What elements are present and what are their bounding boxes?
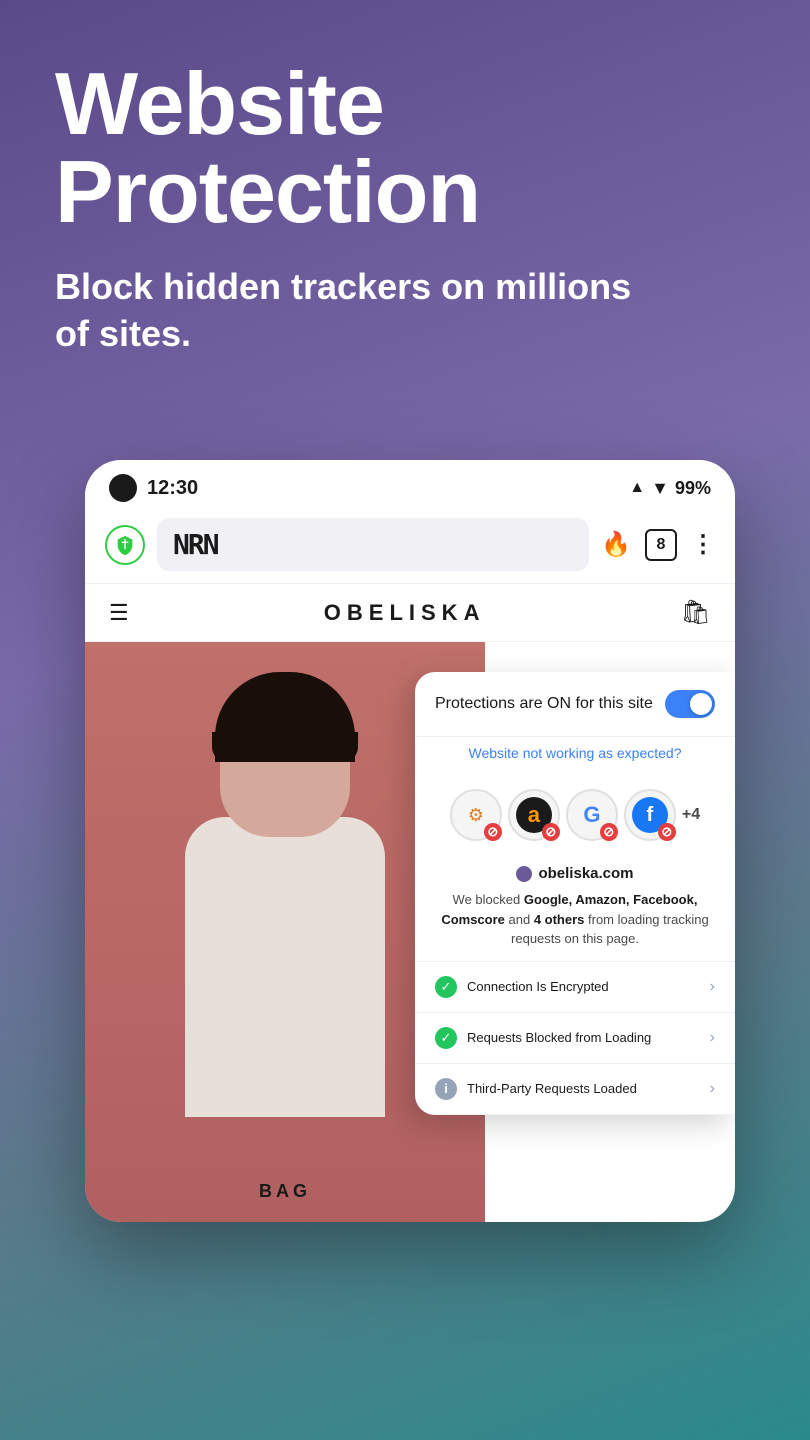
person-head: [220, 682, 350, 837]
blocked-label: Requests Blocked from Loading: [467, 1030, 651, 1045]
camera-dot: [109, 474, 137, 502]
status-row-third-party[interactable]: i Third-Party Requests Loaded ›: [415, 1064, 735, 1115]
hamburger-icon[interactable]: ☰: [109, 600, 129, 626]
status-row-left-encrypted: ✓ Connection Is Encrypted: [435, 976, 609, 998]
blocked-badge-1: ⊘: [484, 823, 502, 841]
tracker-icon-amazon: a ⊘: [508, 789, 560, 841]
panel-header-text: Protections are ON for this site: [435, 695, 653, 713]
protection-panel: Protections are ON for this site Website…: [415, 672, 735, 1115]
blocked-badge-facebook: ⊘: [658, 823, 676, 841]
phone-mockup: 12:30 ▲ ▼ 99% NRN 🔥 8 ⋮ ☰ OBELISKA 🛍: [85, 460, 735, 1222]
photo-label: BAG: [259, 1181, 311, 1202]
signal-icon: ▲: [629, 479, 645, 497]
blocked-badge-google: ⊘: [600, 823, 618, 841]
hero-title: WebsiteProtection: [55, 60, 755, 236]
person-figure: [125, 662, 445, 1222]
status-row-blocked[interactable]: ✓ Requests Blocked from Loading ›: [415, 1013, 735, 1064]
tracker-icon-facebook: f ⊘: [624, 789, 676, 841]
tracker-icon-google: G ⊘: [566, 789, 618, 841]
tracker-emoji-1: ⚙: [468, 805, 484, 826]
person-body: [185, 817, 385, 1117]
website-nav: ☰ OBELISKA 🛍: [85, 584, 735, 642]
content-area: BAG Protections are ON for this site Web…: [85, 642, 735, 1222]
check-icon-encrypted: ✓: [435, 976, 457, 998]
trackers-row: ⚙ ⊘ a ⊘ G ⊘ f ⊘ +4: [415, 777, 735, 853]
domain-name: obeliska.com: [538, 865, 633, 882]
site-description: We blocked Google, Amazon, Facebook, Com…: [435, 890, 715, 949]
shield-icon: [114, 534, 136, 556]
cart-icon[interactable]: 🛍: [681, 598, 711, 627]
site-brand: OBELISKA: [324, 600, 486, 626]
status-row-encrypted[interactable]: ✓ Connection Is Encrypted ›: [415, 962, 735, 1013]
domain-dot: [516, 866, 532, 882]
fire-icon[interactable]: 🔥: [601, 530, 631, 559]
protections-toggle[interactable]: [665, 690, 715, 718]
status-bar-left: 12:30: [109, 474, 198, 502]
status-time: 12:30: [147, 477, 198, 500]
wifi-icon: ▼: [651, 478, 669, 499]
status-bar: 12:30 ▲ ▼ 99%: [85, 460, 735, 510]
site-domain: obeliska.com: [435, 865, 715, 882]
tracker-icon-1: ⚙ ⊘: [450, 789, 502, 841]
info-icon-third-party: i: [435, 1078, 457, 1100]
browser-icons: 🔥 8 ⋮: [601, 529, 715, 561]
browser-bar: NRN 🔥 8 ⋮: [85, 510, 735, 584]
encrypted-label: Connection Is Encrypted: [467, 979, 609, 994]
shield-logo[interactable]: [105, 525, 145, 565]
website-not-working-link[interactable]: Website not working as expected?: [469, 745, 682, 761]
hero-section: WebsiteProtection Block hidden trackers …: [0, 0, 810, 388]
chevron-third-party: ›: [710, 1080, 715, 1098]
panel-header: Protections are ON for this site: [415, 672, 735, 737]
url-text: NRN: [173, 528, 218, 561]
toggle-knob: [690, 693, 712, 715]
hero-subtitle: Block hidden trackers on millions of sit…: [55, 264, 635, 358]
status-bar-right: ▲ ▼ 99%: [629, 478, 711, 499]
chevron-blocked: ›: [710, 1029, 715, 1047]
tab-count[interactable]: 8: [645, 529, 677, 561]
more-trackers-count: +4: [682, 806, 700, 824]
chevron-encrypted: ›: [710, 978, 715, 996]
check-icon-blocked: ✓: [435, 1027, 457, 1049]
google-icon: G: [583, 802, 600, 828]
panel-link-area: Website not working as expected?: [415, 737, 735, 777]
site-info: obeliska.com We blocked Google, Amazon, …: [415, 853, 735, 961]
url-bar[interactable]: NRN: [157, 518, 589, 571]
more-menu-icon[interactable]: ⋮: [691, 530, 715, 559]
third-party-label: Third-Party Requests Loaded: [467, 1081, 637, 1096]
battery-level: 99%: [675, 478, 711, 499]
status-row-left-third-party: i Third-Party Requests Loaded: [435, 1078, 637, 1100]
blocked-badge-amazon: ⊘: [542, 823, 560, 841]
person-bangs: [212, 732, 358, 762]
status-rows: ✓ Connection Is Encrypted › ✓ Requests B…: [415, 961, 735, 1115]
status-row-left-blocked: ✓ Requests Blocked from Loading: [435, 1027, 651, 1049]
